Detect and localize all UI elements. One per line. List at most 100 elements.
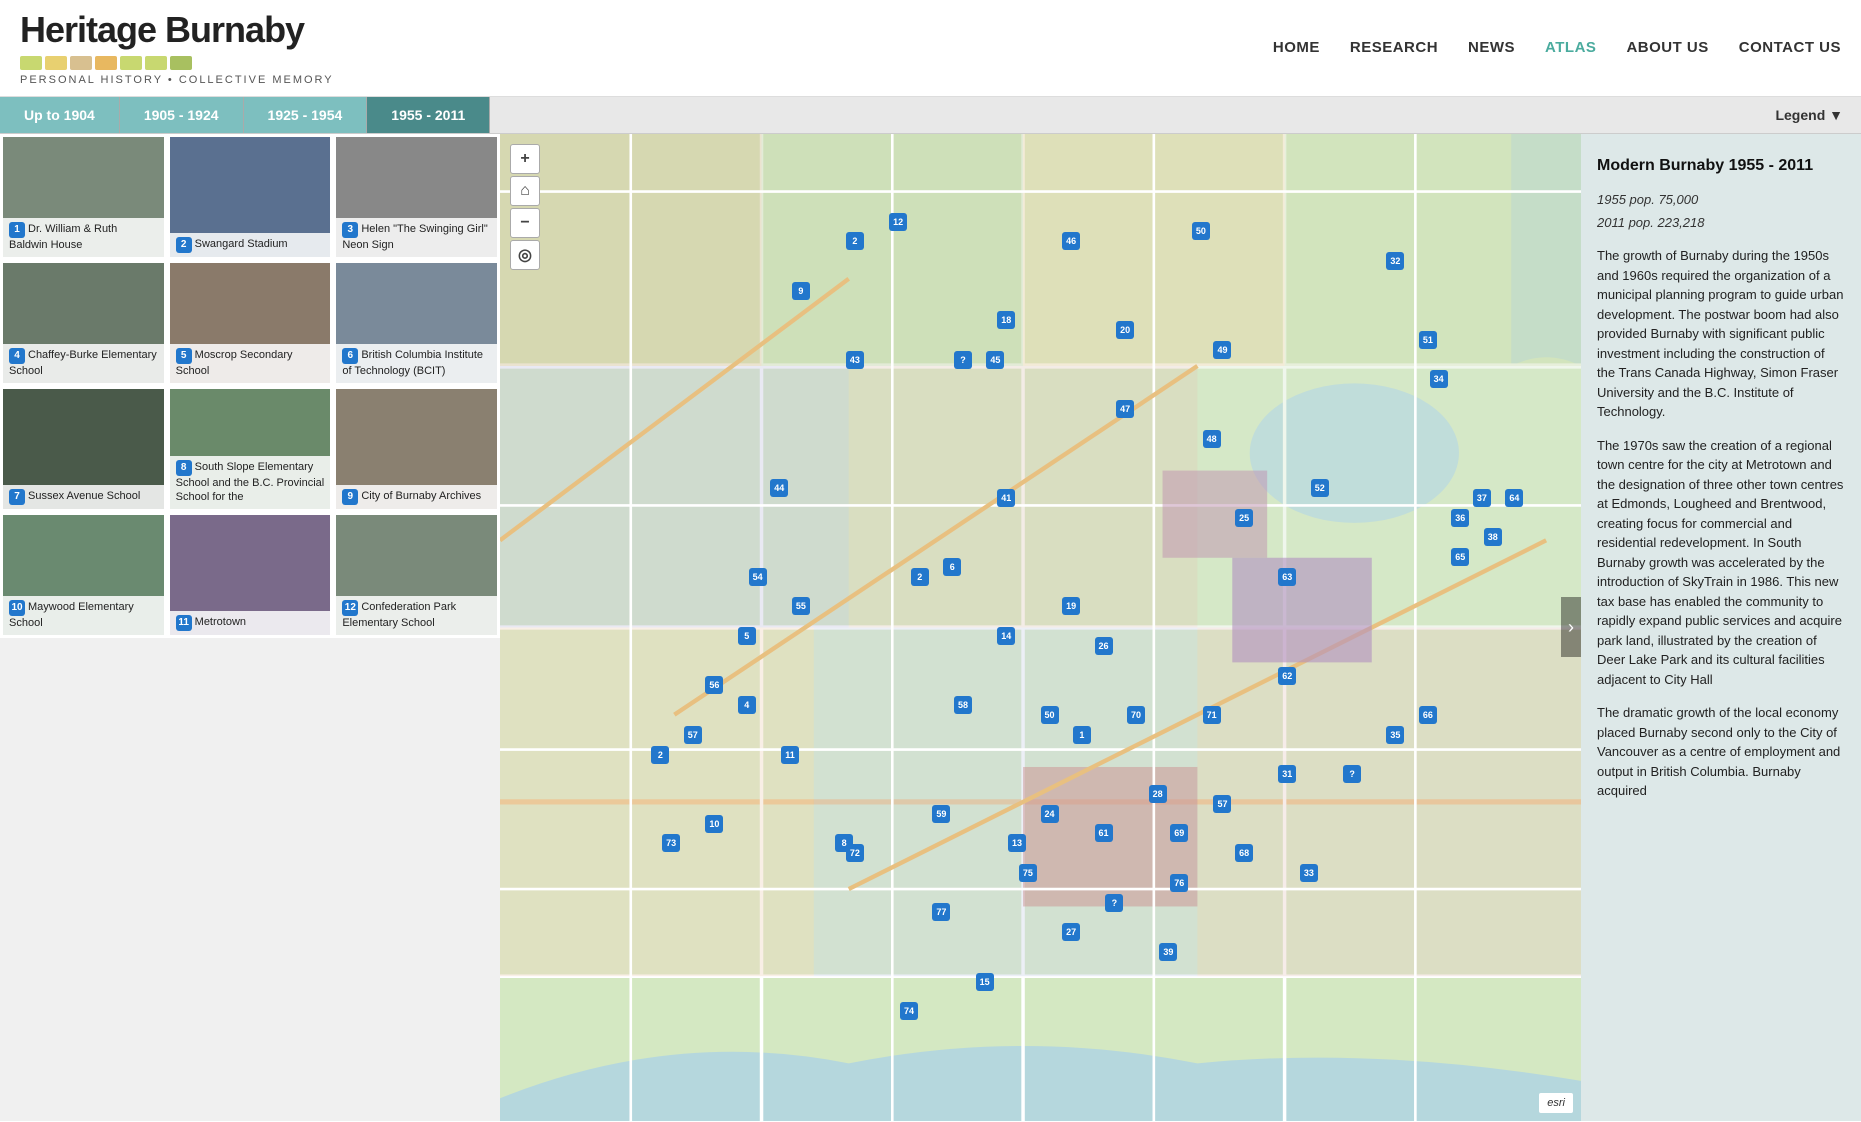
map-marker-54[interactable]: 72 (846, 844, 864, 862)
map-marker-41[interactable]: 35 (1386, 726, 1404, 744)
map-marker-17[interactable]: 37 (1473, 489, 1491, 507)
map-marker-15[interactable]: 34 (1430, 370, 1448, 388)
map-marker-59[interactable]: 68 (1235, 844, 1253, 862)
map-marker-62[interactable]: 75 (1019, 864, 1037, 882)
tab-2[interactable]: 1925 - 1954 (244, 97, 368, 133)
map-marker-1[interactable]: 12 (889, 213, 907, 231)
map-marker-19[interactable]: 36 (1451, 509, 1469, 527)
image-item-11[interactable]: 11Metrotown (167, 512, 334, 638)
nav-item-research[interactable]: RESEARCH (1350, 39, 1438, 56)
map-marker-16[interactable]: 52 (1311, 479, 1329, 497)
nav-item-home[interactable]: HOME (1273, 39, 1320, 56)
image-item-6[interactable]: 6British Columbia Institute of Technolog… (333, 260, 500, 386)
map-marker-43[interactable]: 2 (651, 746, 669, 764)
map-marker-27[interactable]: 2 (911, 568, 929, 586)
map-marker-6[interactable]: 9 (792, 282, 810, 300)
map-marker-67[interactable]: 39 (1159, 943, 1177, 961)
locate-button[interactable]: ◎ (510, 240, 540, 270)
map-marker-34[interactable]: 62 (1278, 667, 1296, 685)
nav-item-about-us[interactable]: ABOUT US (1626, 39, 1708, 56)
map-marker-21[interactable]: 65 (1451, 548, 1469, 566)
image-item-2[interactable]: 2Swangard Stadium (167, 134, 334, 260)
map-marker-48[interactable]: ? (1343, 765, 1361, 783)
map-marker-7[interactable]: 18 (997, 311, 1015, 329)
map-marker-9[interactable]: 49 (1213, 341, 1231, 359)
map-marker-46[interactable]: 28 (1149, 785, 1167, 803)
map-marker-10[interactable]: 43 (846, 351, 864, 369)
map-marker-60[interactable]: 33 (1300, 864, 1318, 882)
map-marker-51[interactable]: 24 (1041, 805, 1059, 823)
map-marker-57[interactable]: 61 (1095, 824, 1113, 842)
image-item-12[interactable]: 12Confederation Park Elementary School (333, 512, 500, 638)
map-marker-39[interactable]: 70 (1127, 706, 1145, 724)
map-marker-22[interactable]: 44 (770, 479, 788, 497)
map-marker-11[interactable]: 45 (986, 351, 1004, 369)
image-item-4[interactable]: 4Chaffey-Burke Elementary School (0, 260, 167, 386)
map-marker-5[interactable]: 51 (1419, 331, 1437, 349)
zoom-out-button[interactable]: − (510, 208, 540, 238)
map-marker-68[interactable]: 15 (976, 973, 994, 991)
map-marker-64[interactable]: ? (1105, 894, 1123, 912)
map-marker-69[interactable]: 74 (900, 1002, 918, 1020)
map-marker-50[interactable]: 59 (932, 805, 950, 823)
map-marker-58[interactable]: 69 (1170, 824, 1188, 842)
image-item-9[interactable]: 9City of Burnaby Archives (333, 386, 500, 512)
map-marker-36[interactable]: 4 (738, 696, 756, 714)
map-marker-14[interactable]: 48 (1203, 430, 1221, 448)
map-marker-56[interactable]: 13 (1008, 834, 1026, 852)
map-marker-40[interactable]: 71 (1203, 706, 1221, 724)
tab-0[interactable]: Up to 1904 (0, 97, 120, 133)
map-marker-44[interactable]: 11 (781, 746, 799, 764)
map-marker-23[interactable]: 41 (997, 489, 1015, 507)
zoom-in-button[interactable]: + (510, 144, 540, 174)
image-item-10[interactable]: 10Maywood Elementary School (0, 512, 167, 638)
tab-3[interactable]: 1955 - 2011 (367, 97, 490, 133)
map-marker-20[interactable]: 38 (1484, 528, 1502, 546)
map-marker-8[interactable]: 20 (1116, 321, 1134, 339)
map-marker-47[interactable]: 1 (1073, 726, 1091, 744)
map-marker-55[interactable]: 73 (662, 834, 680, 852)
map-marker-33[interactable]: 26 (1095, 637, 1113, 655)
map-marker-35[interactable]: 56 (705, 676, 723, 694)
map-marker-13[interactable]: 47 (1116, 400, 1134, 418)
image-item-8[interactable]: 8South Slope Elementary School and the B… (167, 386, 334, 512)
map-marker-26[interactable]: 6 (943, 558, 961, 576)
map-marker-29[interactable]: 19 (1062, 597, 1080, 615)
map-marker-65[interactable]: 77 (932, 903, 950, 921)
map-marker-37[interactable]: 58 (954, 696, 972, 714)
map-expand-chevron[interactable]: › (1561, 597, 1581, 657)
image-item-5[interactable]: 5Moscrop Secondary School (167, 260, 334, 386)
map-marker-63[interactable]: 76 (1170, 874, 1188, 892)
home-button[interactable]: ⌂ (510, 176, 540, 206)
map-marker-45[interactable]: 31 (1278, 765, 1296, 783)
map-marker-32[interactable]: 14 (997, 627, 1015, 645)
map-marker-61[interactable]: 66 (1419, 706, 1437, 724)
map-marker-52[interactable]: 10 (705, 815, 723, 833)
map-marker-12[interactable]: ? (954, 351, 972, 369)
image-item-3[interactable]: 3Helen "The Swinging Girl" Neon Sign (333, 134, 500, 260)
map-marker-38[interactable]: 50 (1041, 706, 1059, 724)
map-marker-24[interactable]: 25 (1235, 509, 1253, 527)
legend-button[interactable]: Legend ▼ (1757, 99, 1861, 131)
image-item-1[interactable]: 1Dr. William & Ruth Baldwin House (0, 134, 167, 260)
map-area[interactable]: +⌂−◎ 2124650325191820494345?474834523764… (500, 134, 1581, 1121)
map-marker-3[interactable]: 50 (1192, 222, 1210, 240)
tab-1[interactable]: 1905 - 1924 (120, 97, 244, 133)
nav-item-news[interactable]: NEWS (1468, 39, 1515, 56)
map-marker-18[interactable]: 64 (1505, 489, 1523, 507)
nav-item-atlas[interactable]: ATLAS (1545, 39, 1596, 56)
image-item-7[interactable]: 7Sussex Avenue School (0, 386, 167, 512)
map-marker-30[interactable]: 55 (792, 597, 810, 615)
map-marker-49[interactable]: 57 (1213, 795, 1231, 813)
map-marker-25[interactable]: 63 (1278, 568, 1296, 586)
map-marker-28[interactable]: 54 (749, 568, 767, 586)
image-label-5: 5Moscrop Secondary School (170, 344, 331, 382)
map-marker-4[interactable]: 32 (1386, 252, 1404, 270)
nav-item-contact-us[interactable]: CONTACT US (1739, 39, 1841, 56)
main-content: 1Dr. William & Ruth Baldwin House2Swanga… (0, 134, 1861, 1121)
map-marker-66[interactable]: 27 (1062, 923, 1080, 941)
map-marker-2[interactable]: 46 (1062, 232, 1080, 250)
map-marker-42[interactable]: 57 (684, 726, 702, 744)
map-marker-31[interactable]: 5 (738, 627, 756, 645)
map-marker-0[interactable]: 2 (846, 232, 864, 250)
